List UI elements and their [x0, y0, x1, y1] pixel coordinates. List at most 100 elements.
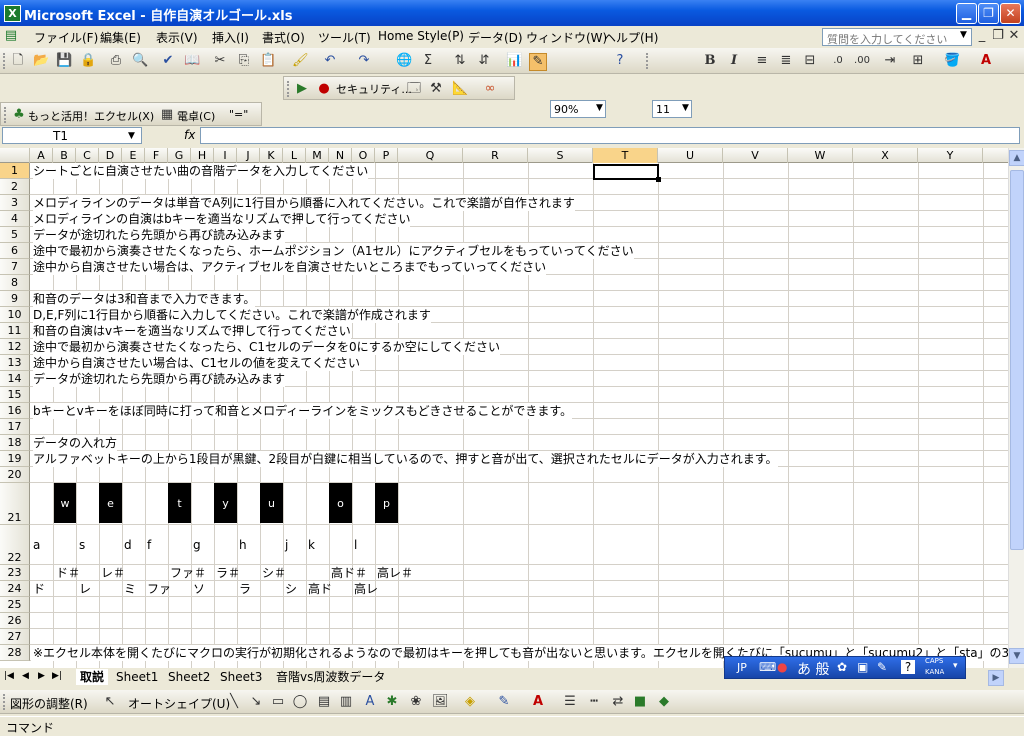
scroll-right-icon[interactable]: ▶ [988, 670, 1004, 686]
research-icon[interactable]: 📖 [184, 53, 200, 69]
font-color-icon[interactable]: A [978, 53, 994, 69]
sharp-note-cell[interactable]: ラ＃ [216, 565, 240, 581]
calculator-button[interactable]: 電卓(C) [177, 108, 215, 124]
column-header[interactable]: G [168, 148, 191, 163]
minimize-icon[interactable]: ▁ [956, 3, 977, 24]
note-cell[interactable]: ファ [147, 581, 171, 597]
black-key-cell[interactable]: e [99, 483, 122, 523]
scroll-up-icon[interactable]: ▲ [1009, 150, 1024, 166]
note-cell[interactable]: 高ド [308, 581, 332, 597]
select-all-corner[interactable] [0, 148, 30, 163]
white-key-cell[interactable]: l [354, 537, 357, 553]
oval-icon[interactable]: ◯ [292, 694, 308, 710]
help-question-input[interactable]: 質問を入力してください [822, 28, 972, 46]
black-key-cell[interactable]: o [329, 483, 352, 523]
autoshape-menu[interactable]: オートシェイプ(U) [128, 695, 230, 712]
column-header[interactable]: F [145, 148, 168, 163]
design-mode-icon[interactable]: 📐 [452, 81, 468, 97]
column-header[interactable]: X [853, 148, 918, 163]
menu-edit[interactable]: 編集(E) [100, 29, 141, 46]
increase-decimal-icon[interactable]: .0 [830, 53, 846, 69]
row-header[interactable]: 22 [0, 525, 30, 565]
column-header[interactable]: W [788, 148, 853, 163]
white-key-cell[interactable]: g [193, 537, 201, 553]
column-header[interactable]: B [53, 148, 76, 163]
sheet-tab[interactable]: 音階vs周波数データ [276, 669, 385, 685]
prev-sheet-icon[interactable]: ◀ [22, 671, 29, 681]
row-header[interactable]: 8 [0, 275, 30, 291]
help-icon[interactable]: ? [612, 53, 628, 69]
sheet-tab[interactable]: Sheet1 [116, 669, 158, 685]
column-header[interactable]: R [463, 148, 528, 163]
sharp-note-cell[interactable]: 高ド＃ [331, 565, 367, 581]
menu-help[interactable]: ヘルプ(H) [604, 29, 658, 46]
permission-icon[interactable]: 🔒 [80, 53, 96, 69]
cell-a1[interactable]: シートごとに自演させたい曲の音階データを入力してください [33, 163, 369, 179]
fill-color-icon[interactable]: 🪣 [944, 53, 960, 69]
draw-fill-color-icon[interactable]: ◈ [462, 694, 478, 710]
shadow-icon[interactable]: ■ [632, 694, 648, 710]
sharp-note-cell[interactable]: 高レ＃ [377, 565, 413, 581]
row-header[interactable]: 27 [0, 629, 30, 645]
vertical-textbox-icon[interactable]: ▥ [338, 694, 354, 710]
security-button[interactable]: セキュリティ... [336, 81, 412, 97]
spelling-icon[interactable]: ✔ [160, 53, 176, 69]
menu-data[interactable]: データ(D) [468, 29, 523, 46]
sheet-tab-active[interactable]: 取説 [76, 669, 109, 685]
bold-button[interactable]: B [702, 53, 718, 69]
column-header[interactable]: N [329, 148, 352, 163]
ime-dictionary-icon[interactable]: ▣ [857, 660, 868, 674]
format-painter-icon[interactable]: 🖌 [292, 53, 309, 69]
sharp-note-cell[interactable]: ファ＃ [170, 565, 206, 581]
picture-icon[interactable]: 🖼 [432, 694, 449, 710]
autosum-icon[interactable]: Σ [420, 53, 436, 69]
decrease-decimal-icon[interactable]: .00 [854, 53, 870, 69]
print-preview-icon[interactable]: 🔍 [132, 53, 148, 69]
white-key-cell[interactable]: k [308, 537, 315, 553]
white-key-cell[interactable]: j [285, 537, 288, 553]
keyboard-icon[interactable]: ⌨ [759, 660, 776, 674]
sheet-tab[interactable]: Sheet3 [220, 669, 262, 685]
formula-input[interactable] [200, 127, 1020, 144]
sheet-tab[interactable]: Sheet2 [168, 669, 210, 685]
ime-language-bar[interactable]: JP ⌨ ● あ 般 ✿ ▣ ✎ ? CAPS KANA ▾ [724, 656, 966, 679]
new-icon[interactable]: 🗋 [10, 53, 26, 69]
cut-icon[interactable]: ✂ [212, 53, 228, 69]
column-header[interactable]: J [237, 148, 260, 163]
row-header-selected[interactable]: 1 [0, 163, 30, 179]
row-header[interactable]: 12 [0, 339, 30, 355]
row-header[interactable]: 9 [0, 291, 30, 307]
name-box[interactable]: T1 [2, 127, 142, 144]
arrow-icon[interactable]: ↘ [248, 694, 264, 710]
note-cell[interactable]: ミ [124, 581, 136, 597]
white-key-cell[interactable]: d [124, 537, 132, 553]
black-key-cell[interactable]: p [375, 483, 398, 523]
column-header[interactable]: L [283, 148, 306, 163]
note-cell[interactable]: レ [79, 581, 91, 597]
open-icon[interactable]: 📂 [33, 53, 49, 69]
cell-a6[interactable]: 途中で最初から演奏させたくなったら、ホームポジション（A1セル）にアクティブセル… [33, 243, 634, 259]
menu-file[interactable]: ファイル(F) [34, 29, 98, 46]
rectangle-icon[interactable]: ▭ [270, 694, 286, 710]
equals-button[interactable]: "=" [229, 108, 248, 121]
row-header[interactable]: 19 [0, 451, 30, 467]
align-center-icon[interactable]: ≣ [778, 53, 794, 69]
row-header[interactable]: 7 [0, 259, 30, 275]
save-icon[interactable]: 💾 [56, 53, 72, 69]
column-header[interactable]: C [76, 148, 99, 163]
menu-home-style[interactable]: Home Style(P) [378, 29, 464, 43]
column-header[interactable]: K [260, 148, 283, 163]
row-header[interactable]: 24 [0, 581, 30, 597]
row-header[interactable]: 4 [0, 211, 30, 227]
row-header[interactable]: 16 [0, 403, 30, 419]
draw-font-color-icon[interactable]: A [530, 694, 546, 710]
scroll-down-icon[interactable]: ▼ [1009, 648, 1024, 664]
cell-a19[interactable]: アルファベットキーの上から1段目が黒鍵、2段目が白鍵に相当しているので、押すと音… [33, 451, 778, 467]
ime-mode[interactable]: あ 般 [797, 659, 829, 679]
note-cell[interactable]: ド [33, 581, 45, 597]
active-cell-selection[interactable] [593, 164, 659, 180]
note-cell[interactable]: シ [285, 581, 297, 597]
textbox-icon[interactable]: ▤ [316, 694, 332, 710]
column-header[interactable]: H [191, 148, 214, 163]
align-left-icon[interactable]: ≡ [754, 53, 770, 69]
